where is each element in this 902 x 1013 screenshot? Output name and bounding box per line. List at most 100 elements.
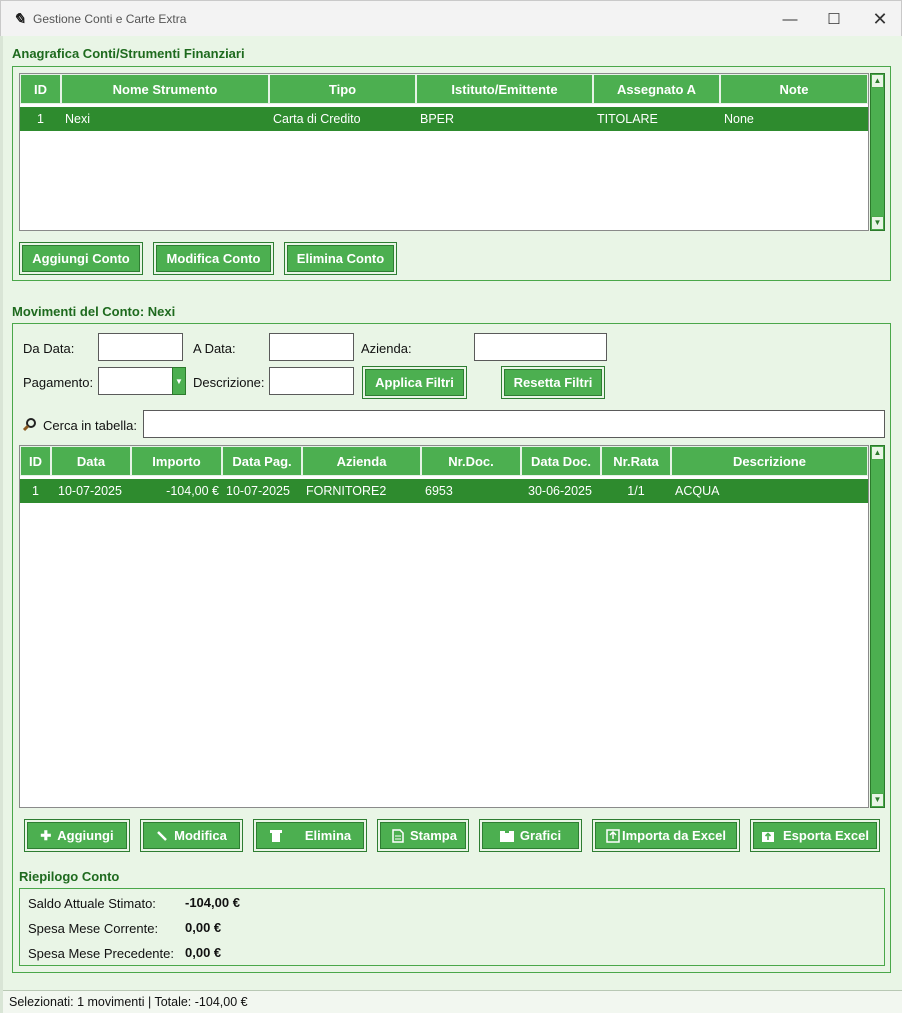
cell-descrizione: ACQUA	[675, 484, 720, 498]
from-date-label: Da Data:	[23, 341, 75, 356]
export-excel-label: Esporta Excel	[783, 828, 869, 843]
cell-id: 1	[37, 112, 44, 126]
export-icon	[761, 829, 775, 843]
accounts-table-header: ID Nome Strumento Tipo Istituto/Emittent…	[20, 74, 868, 104]
edit-account-button[interactable]: Modifica Conto	[153, 242, 274, 275]
from-date-input[interactable]	[98, 333, 183, 361]
current-month-value: 0,00 €	[185, 920, 222, 935]
magnifier-icon	[22, 417, 38, 433]
charts-button[interactable]: Grafici	[479, 819, 582, 852]
accounts-section-title: Anagrafica Conti/Strumenti Finanziari	[12, 46, 245, 61]
cell-azienda: FORNITORE2	[306, 484, 387, 498]
table-row[interactable]: 1 Nexi Carta di Credito BPER TITOLARE No…	[20, 107, 868, 131]
close-button[interactable]: ✕	[857, 1, 902, 37]
previous-month-value: 0,00 €	[185, 945, 222, 960]
scroll-down-icon[interactable]: ▼	[871, 216, 884, 230]
cell-nome: Nexi	[65, 112, 91, 126]
delete-movement-button[interactable]: Elimina	[253, 819, 367, 852]
charts-label: Grafici	[519, 828, 562, 843]
movements-table[interactable]: ID Data Importo Data Pag. Azienda Nr.Doc…	[19, 445, 869, 808]
cell-note: None	[724, 112, 754, 126]
col-header-assegnato[interactable]: Assegnato A	[593, 74, 720, 104]
movements-section-title: Movimenti del Conto: Nexi	[12, 304, 176, 319]
col-header-nr-rata[interactable]: Nr.Rata	[601, 446, 671, 476]
accounts-table[interactable]: ID Nome Strumento Tipo Istituto/Emittent…	[19, 73, 869, 231]
edit-movement-button[interactable]: Modifica	[140, 819, 243, 852]
scroll-up-icon[interactable]: ▲	[871, 446, 884, 460]
plus-icon: ✚	[40, 827, 52, 843]
reset-filters-button[interactable]: Resetta Filtri	[501, 366, 605, 399]
company-label: Azienda:	[361, 341, 412, 356]
balance-value: -104,00 €	[185, 895, 240, 910]
col-header-tipo[interactable]: Tipo	[269, 74, 416, 104]
movements-table-header: ID Data Importo Data Pag. Azienda Nr.Doc…	[20, 446, 868, 476]
print-label: Stampa	[410, 828, 457, 843]
cell-data-doc: 30-06-2025	[528, 484, 592, 498]
cell-data-pag: 10-07-2025	[226, 484, 290, 498]
cell-tipo: Carta di Credito	[273, 112, 361, 126]
window-title: Gestione Conti e Carte Extra	[33, 12, 187, 26]
cell-assegnato: TITOLARE	[597, 112, 658, 126]
maximize-button[interactable]: ☐	[811, 1, 857, 37]
chart-icon	[499, 829, 514, 842]
col-header-id[interactable]: ID	[20, 446, 51, 476]
window-titlebar: ✎ Gestione Conti e Carte Extra — ☐ ✕	[0, 0, 902, 36]
current-month-label: Spesa Mese Corrente:	[28, 921, 159, 936]
table-row[interactable]: 1 10-07-2025 -104,00 € 10-07-2025 FORNIT…	[20, 479, 868, 503]
print-button[interactable]: Stampa	[377, 819, 469, 852]
search-input[interactable]	[143, 410, 885, 438]
import-excel-button[interactable]: Importa da Excel	[592, 819, 740, 852]
movements-scrollbar[interactable]: ▲ ▼	[870, 445, 885, 808]
trash-icon	[269, 829, 283, 843]
col-header-nome[interactable]: Nome Strumento	[61, 74, 269, 104]
status-bar: Selezionati: 1 movimenti | Totale: -104,…	[3, 990, 902, 1013]
description-label: Descrizione:	[193, 375, 265, 390]
accounts-scrollbar[interactable]: ▲ ▼	[870, 73, 885, 231]
import-excel-label: Importa da Excel	[621, 828, 727, 843]
previous-month-label: Spesa Mese Precedente:	[28, 946, 174, 961]
col-header-istituto[interactable]: Istituto/Emittente	[416, 74, 593, 104]
window-edge	[0, 36, 3, 1013]
add-movement-button[interactable]: ✚ Aggiungi	[24, 819, 130, 852]
cell-id: 1	[32, 484, 39, 498]
balance-label: Saldo Attuale Stimato:	[28, 896, 156, 911]
delete-account-button[interactable]: Elimina Conto	[284, 242, 397, 275]
minimize-button[interactable]: —	[767, 1, 813, 37]
export-excel-button[interactable]: Esporta Excel	[750, 819, 880, 852]
col-header-descrizione[interactable]: Descrizione	[671, 446, 868, 476]
feather-icon: ✎	[13, 11, 26, 28]
apply-filters-button[interactable]: Applica Filtri	[362, 366, 467, 399]
search-label: Cerca in tabella:	[43, 418, 137, 433]
payment-label: Pagamento:	[23, 375, 94, 390]
scroll-up-icon[interactable]: ▲	[871, 74, 884, 88]
delete-movement-label: Elimina	[304, 828, 352, 843]
cell-nr-doc: 6953	[425, 484, 453, 498]
add-account-button[interactable]: Aggiungi Conto	[19, 242, 143, 275]
edit-movement-label: Modifica	[174, 828, 227, 843]
status-text: Selezionati: 1 movimenti | Totale: -104,…	[9, 995, 248, 1009]
import-icon	[606, 828, 620, 843]
col-header-data-pag[interactable]: Data Pag.	[222, 446, 302, 476]
col-header-importo[interactable]: Importo	[131, 446, 222, 476]
col-header-data[interactable]: Data	[51, 446, 131, 476]
to-date-label: A Data:	[193, 341, 236, 356]
description-input[interactable]	[269, 367, 354, 395]
col-header-nr-doc[interactable]: Nr.Doc.	[421, 446, 521, 476]
chevron-down-icon[interactable]: ▼	[172, 367, 186, 395]
col-header-id[interactable]: ID	[20, 74, 61, 104]
add-movement-label: Aggiungi	[57, 828, 114, 843]
cell-nr-rata: 1/1	[627, 484, 645, 498]
company-input[interactable]	[474, 333, 607, 361]
cell-importo: -104,00 €	[166, 484, 219, 498]
scroll-down-icon[interactable]: ▼	[871, 793, 884, 807]
payment-select[interactable]: ▼	[98, 367, 186, 395]
pencil-icon	[156, 830, 168, 842]
to-date-input[interactable]	[269, 333, 354, 361]
col-header-data-doc[interactable]: Data Doc.	[521, 446, 601, 476]
col-header-azienda[interactable]: Azienda	[302, 446, 421, 476]
cell-data: 10-07-2025	[58, 484, 122, 498]
cell-istituto: BPER	[420, 112, 455, 126]
document-icon	[392, 828, 404, 843]
col-header-note[interactable]: Note	[720, 74, 868, 104]
summary-title: Riepilogo Conto	[19, 869, 120, 884]
